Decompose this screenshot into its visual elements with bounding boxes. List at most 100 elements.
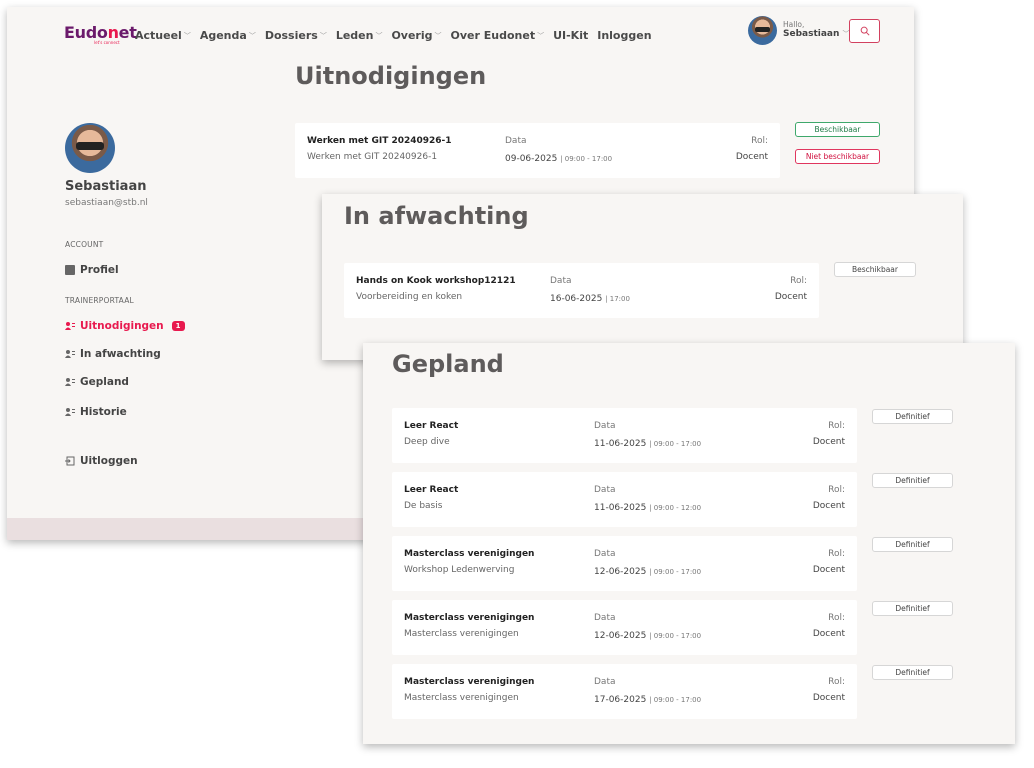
planned-card: Masterclass verenigingen Masterclass ver… bbox=[392, 600, 857, 655]
nav-leden[interactable]: Leden ﹀ bbox=[336, 29, 383, 42]
status-definitief-button[interactable]: Definitief bbox=[872, 665, 953, 680]
role-label: Rol: bbox=[828, 485, 845, 495]
planned-card: Leer React Deep dive Data 11-06-2025 | 0… bbox=[392, 408, 857, 463]
chevron-down-icon: ﹀ bbox=[434, 31, 442, 40]
pending-panel: In afwachting Hands on Kook workshop1212… bbox=[322, 194, 963, 360]
sidebar-item-label: Historie bbox=[80, 406, 127, 418]
date-text: 12-06-2025 bbox=[594, 567, 647, 577]
logout-link[interactable]: Uitloggen bbox=[65, 455, 138, 467]
nav-agenda[interactable]: Agenda ﹀ bbox=[200, 29, 256, 42]
sidebar-item-historie[interactable]: Historie bbox=[65, 406, 127, 418]
nav-ui-kit[interactable]: UI-Kit bbox=[553, 29, 588, 42]
date-label: Data bbox=[550, 276, 572, 286]
notification-badge: 1 bbox=[171, 321, 185, 331]
pending-card: Hands on Kook workshop12121 Voorbereidin… bbox=[344, 263, 819, 318]
header-avatar[interactable] bbox=[748, 16, 777, 45]
role-label: Rol: bbox=[828, 677, 845, 687]
search-button[interactable] bbox=[849, 19, 880, 43]
time-text: | 09:00 - 17:00 bbox=[560, 155, 613, 163]
time-text: | 09:00 - 17:00 bbox=[649, 440, 702, 448]
niet-beschikbaar-button[interactable]: Niet beschikbaar bbox=[795, 149, 880, 164]
profile-name: Sebastiaan bbox=[65, 179, 147, 194]
sidebar-item-in-afwachting[interactable]: In afwachting bbox=[65, 348, 161, 360]
nav-label: Agenda bbox=[199, 29, 247, 42]
time-text: | 17:00 bbox=[605, 295, 630, 303]
logo-tagline: let's connect bbox=[94, 40, 120, 45]
sidebar-item-profiel[interactable]: Profiel bbox=[65, 264, 119, 276]
beschikbaar-button[interactable]: Beschikbaar bbox=[795, 122, 880, 137]
date-text: 11-06-2025 bbox=[594, 503, 647, 513]
card-title: Masterclass verenigingen bbox=[404, 613, 535, 623]
nav-label: Over Eudonet bbox=[450, 29, 536, 42]
planned-card: Masterclass verenigingen Workshop Ledenw… bbox=[392, 536, 857, 591]
sidebar-item-gepland[interactable]: Gepland bbox=[65, 376, 129, 388]
square-icon bbox=[65, 265, 75, 275]
role-label: Rol: bbox=[790, 276, 807, 286]
time-text: | 09:00 - 17:00 bbox=[649, 568, 702, 576]
sidebar-item-uitnodigingen[interactable]: Uitnodigingen 1 bbox=[65, 320, 185, 332]
planned-card: Leer React De basis Data 11-06-2025 | 09… bbox=[392, 472, 857, 527]
role-value: Docent bbox=[774, 292, 807, 302]
date-label: Data bbox=[594, 549, 616, 559]
planned-panel: Gepland Leer React Deep dive Data 11-06-… bbox=[363, 343, 1015, 744]
date-value: 11-06-2025 | 09:00 - 12:00 bbox=[594, 503, 701, 513]
card-title: Leer React bbox=[404, 421, 459, 431]
card-title: Werken met GIT 20240926-1 bbox=[307, 136, 452, 146]
date-text: 12-06-2025 bbox=[594, 631, 647, 641]
nav-overig[interactable]: Overig ﹀ bbox=[391, 29, 441, 42]
sidebar-item-label: Gepland bbox=[80, 376, 129, 388]
sidebar-item-label: Uitnodigingen bbox=[80, 320, 164, 332]
date-label: Data bbox=[594, 485, 616, 495]
date-label: Data bbox=[594, 421, 616, 431]
page-title: Uitnodigingen bbox=[295, 62, 487, 90]
nav-inloggen[interactable]: Inloggen bbox=[597, 29, 651, 42]
chevron-down-icon: ﹀ bbox=[319, 31, 327, 40]
logout-icon bbox=[65, 456, 75, 466]
users-icon bbox=[65, 349, 75, 359]
profile-email: sebastiaan@stb.nl bbox=[65, 198, 148, 208]
role-value: Docent bbox=[812, 629, 845, 639]
nav-label: Inloggen bbox=[597, 29, 652, 42]
role-value: Docent bbox=[735, 152, 768, 162]
card-title: Masterclass verenigingen bbox=[404, 677, 535, 687]
planned-title: Gepland bbox=[392, 350, 504, 378]
users-icon bbox=[65, 321, 75, 331]
card-subtitle: Deep dive bbox=[404, 437, 450, 447]
date-label: Data bbox=[594, 677, 616, 687]
status-beschikbaar-button[interactable]: Beschikbaar bbox=[834, 262, 916, 277]
profile-avatar bbox=[65, 123, 115, 173]
status-definitief-button[interactable]: Definitief bbox=[872, 601, 953, 616]
chevron-down-icon: ﹀ bbox=[183, 31, 191, 40]
section-trainerportaal-label: TRAINERPORTAAL bbox=[65, 296, 134, 305]
logout-label: Uitloggen bbox=[80, 455, 138, 467]
status-definitief-button[interactable]: Definitief bbox=[872, 537, 953, 552]
nav-dossiers[interactable]: Dossiers ﹀ bbox=[265, 29, 327, 42]
card-title: Masterclass verenigingen bbox=[404, 549, 535, 559]
time-text: | 09:00 - 17:00 bbox=[649, 696, 702, 704]
sidebar-item-label: Profiel bbox=[80, 264, 119, 276]
status-definitief-button[interactable]: Definitief bbox=[872, 409, 953, 424]
date-value: 16-06-2025 | 17:00 bbox=[550, 294, 630, 304]
card-subtitle: Werken met GIT 20240926-1 bbox=[307, 152, 438, 162]
planned-card: Masterclass verenigingen Masterclass ver… bbox=[392, 664, 857, 719]
date-text: 17-06-2025 bbox=[594, 695, 647, 705]
date-value: 17-06-2025 | 09:00 - 17:00 bbox=[594, 695, 701, 705]
nav-label: Overig bbox=[391, 29, 433, 42]
card-subtitle: Workshop Ledenwerving bbox=[404, 565, 515, 575]
nav-over-eudonet[interactable]: Over Eudonet ﹀ bbox=[451, 29, 545, 42]
chevron-down-icon: ﹀ bbox=[537, 31, 545, 40]
nav-actueel[interactable]: Actueel ﹀ bbox=[135, 29, 191, 42]
user-menu[interactable]: Sebastiaan ﹀ bbox=[783, 29, 850, 39]
date-text: 16-06-2025 bbox=[550, 294, 603, 304]
nav-label: Dossiers bbox=[264, 29, 318, 42]
role-value: Docent bbox=[812, 437, 845, 447]
date-value: 11-06-2025 | 09:00 - 17:00 bbox=[594, 439, 701, 449]
status-definitief-button[interactable]: Definitief bbox=[872, 473, 953, 488]
card-title: Leer React bbox=[404, 485, 459, 495]
invitation-card: Werken met GIT 20240926-1 Werken met GIT… bbox=[295, 123, 780, 178]
time-text: | 09:00 - 17:00 bbox=[649, 632, 702, 640]
avatar-glasses bbox=[755, 27, 770, 32]
date-text: 09-06-2025 bbox=[505, 154, 558, 164]
greeting-text: Hallo, bbox=[783, 20, 805, 29]
card-title: Hands on Kook workshop12121 bbox=[356, 276, 516, 286]
